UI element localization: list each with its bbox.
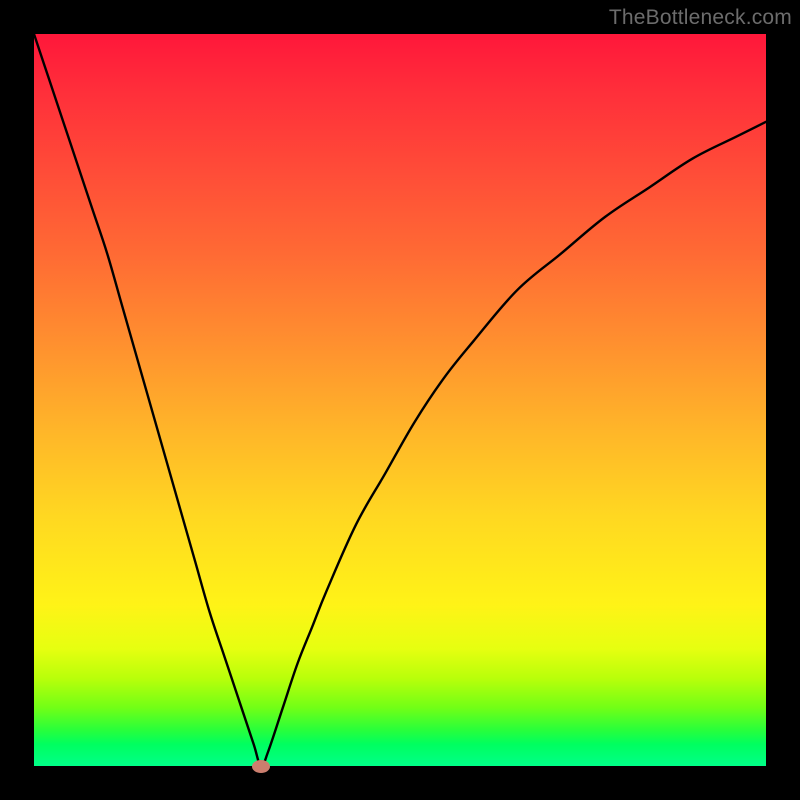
bottleneck-curve	[34, 34, 766, 766]
chart-plot-area	[34, 34, 766, 766]
chart-frame: TheBottleneck.com	[0, 0, 800, 800]
chart-curve-svg	[34, 34, 766, 766]
chart-min-marker	[252, 760, 270, 773]
watermark-label: TheBottleneck.com	[609, 6, 792, 30]
